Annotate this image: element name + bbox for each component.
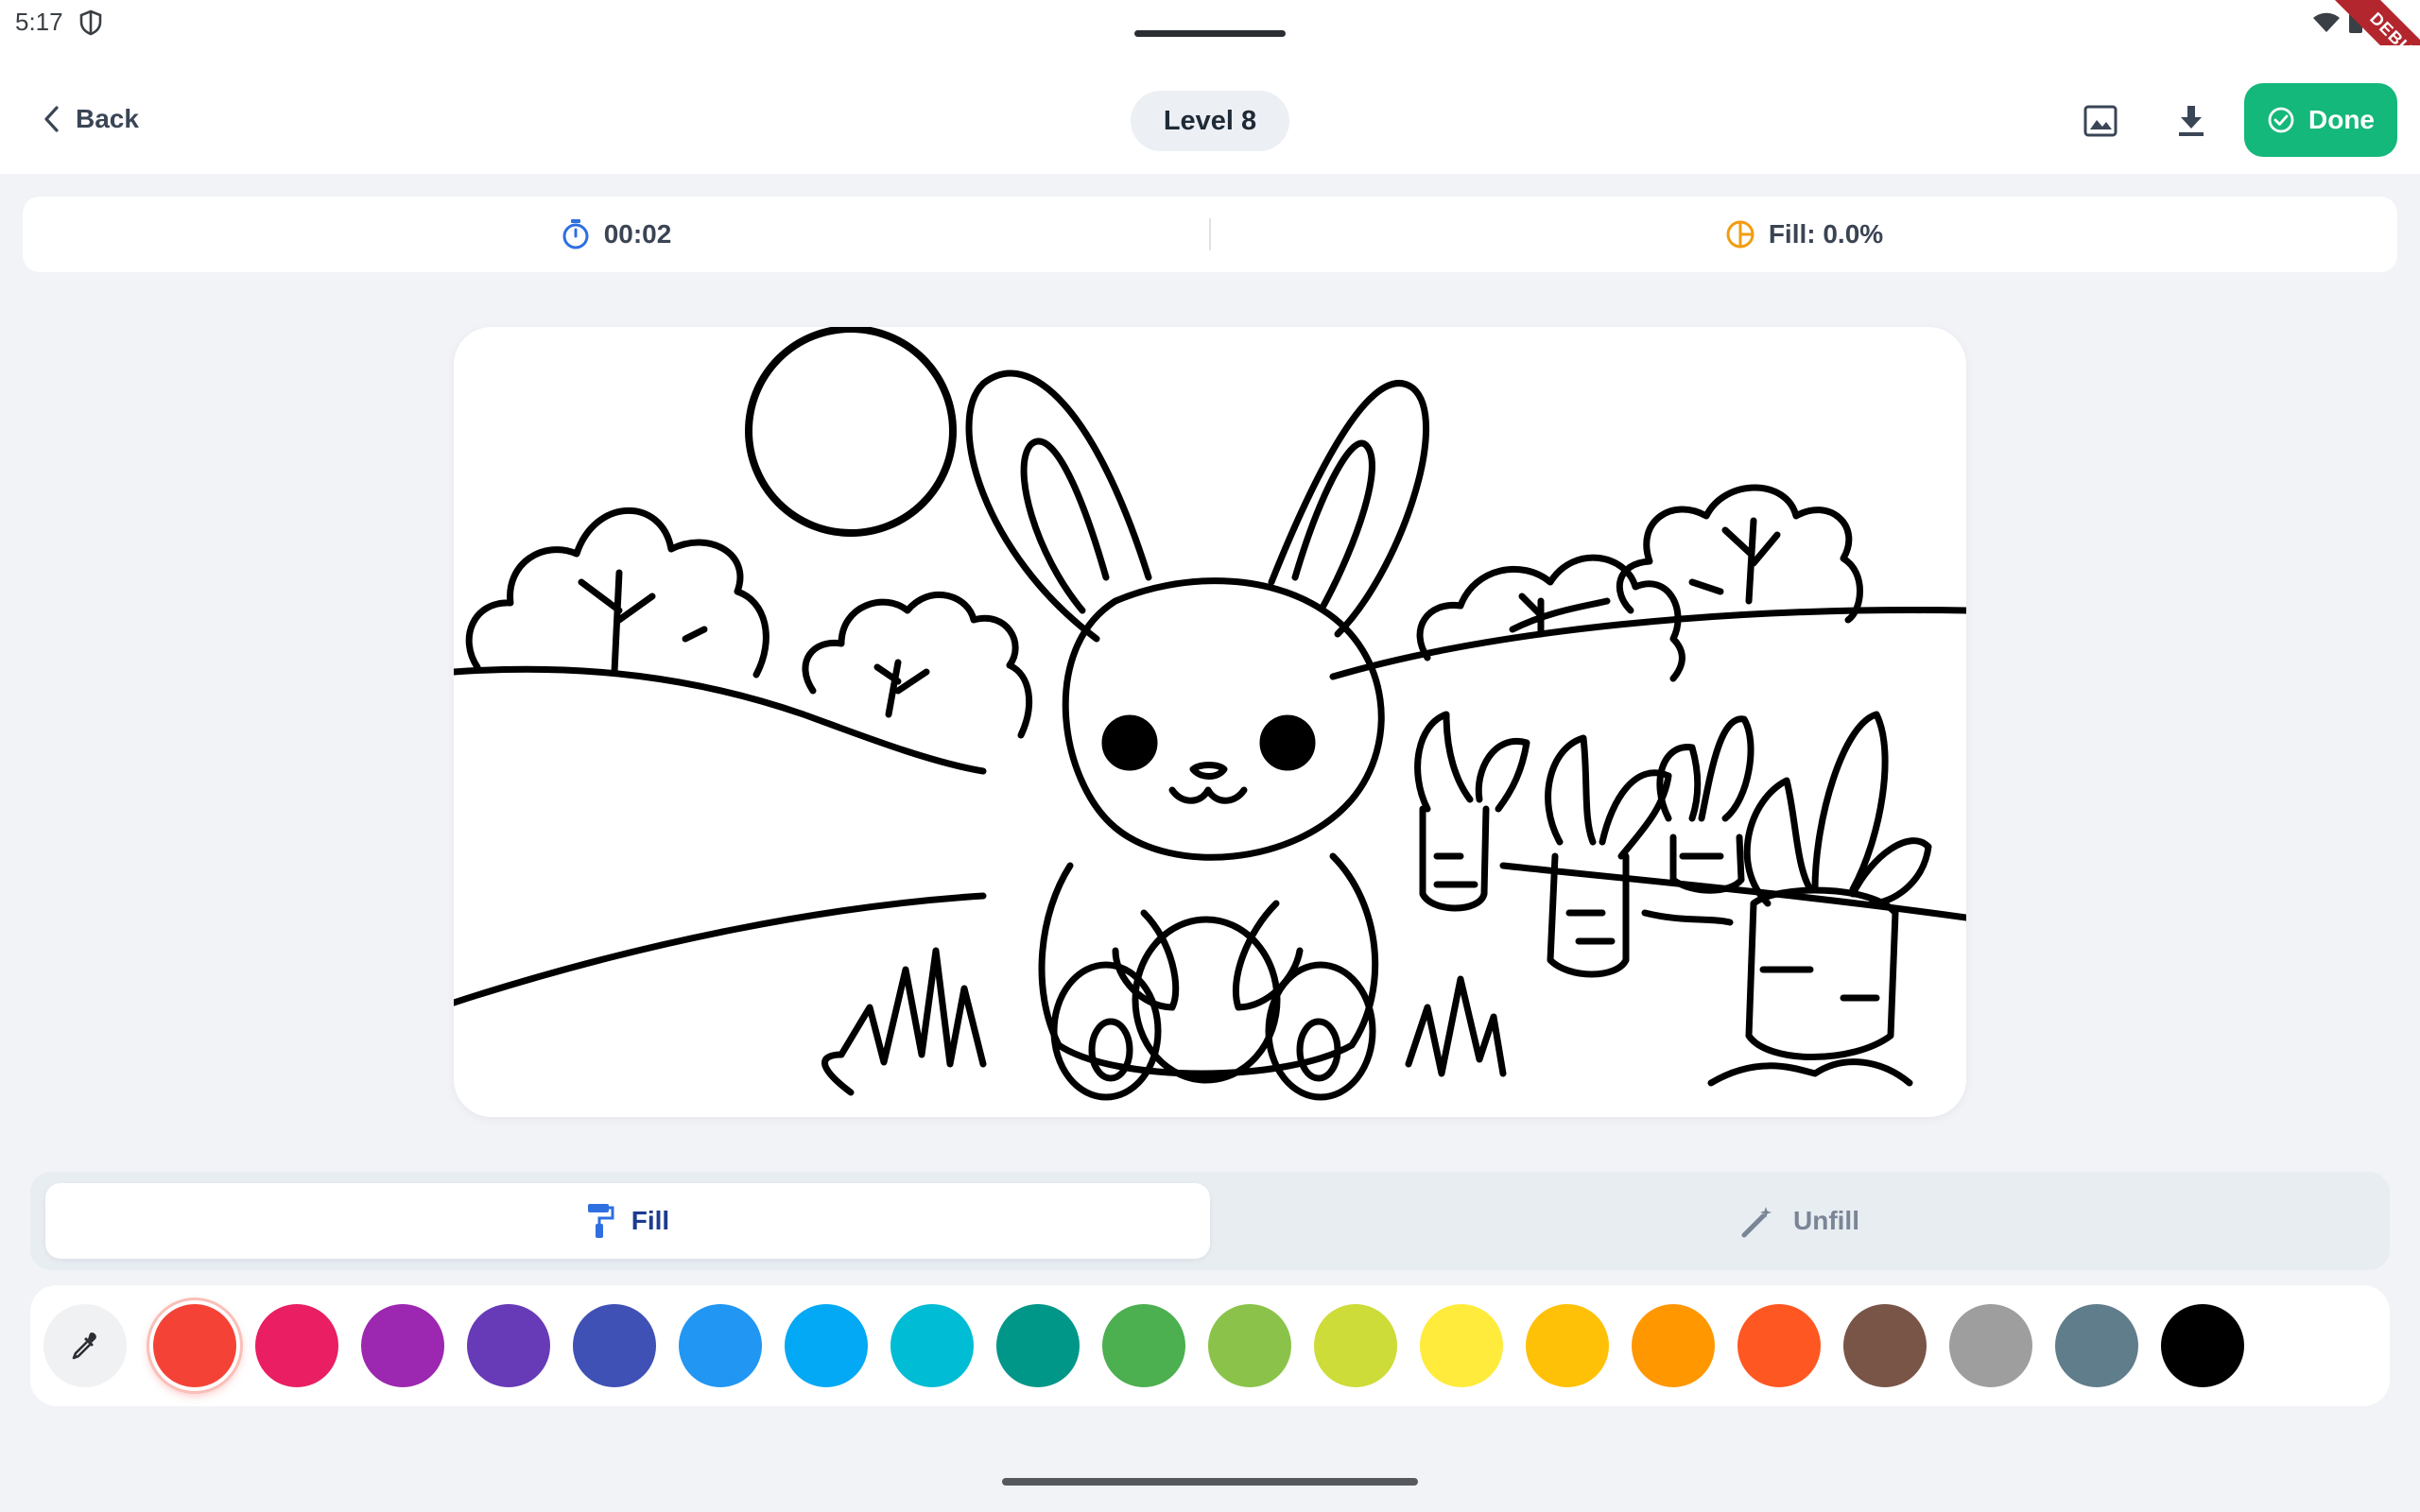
done-button[interactable]: Done	[2244, 83, 2397, 157]
color-swatch[interactable]	[467, 1304, 550, 1387]
fill-mode-button[interactable]: Fill	[45, 1183, 1210, 1259]
timer-value: 00:02	[603, 219, 672, 249]
window-grabber[interactable]	[1134, 30, 1286, 37]
unfill-mode-button[interactable]: Unfill	[1225, 1183, 2375, 1259]
timer-stat: 00:02	[23, 218, 1209, 250]
unfill-mode-label: Unfill	[1793, 1206, 1859, 1235]
image-icon	[2083, 105, 2118, 137]
color-swatch[interactable]	[1843, 1304, 1927, 1387]
back-label: Back	[76, 104, 139, 133]
color-swatch[interactable]	[679, 1304, 762, 1387]
eraser-wand-icon	[1741, 1207, 1772, 1238]
back-button[interactable]: Back	[42, 98, 139, 140]
color-swatch[interactable]	[1632, 1304, 1715, 1387]
color-swatch[interactable]	[1420, 1304, 1503, 1387]
home-indicator[interactable]	[1002, 1478, 1418, 1486]
color-swatch[interactable]	[2055, 1304, 2138, 1387]
mode-toggle: Fill Unfill	[30, 1172, 2390, 1270]
color-palette	[30, 1285, 2390, 1406]
color-swatch[interactable]	[1737, 1304, 1821, 1387]
pie-chart-icon	[1726, 220, 1754, 249]
shield-icon	[79, 9, 102, 36]
color-swatch[interactable]	[890, 1304, 974, 1387]
download-button[interactable]	[2161, 91, 2221, 151]
check-circle-icon	[2268, 107, 2294, 133]
color-swatch[interactable]	[1526, 1304, 1609, 1387]
eyedropper-icon	[72, 1332, 96, 1360]
color-swatch[interactable]	[573, 1304, 656, 1387]
coloring-canvas[interactable]	[454, 327, 1966, 1117]
color-swatch[interactable]	[1314, 1304, 1397, 1387]
wifi-icon	[2313, 12, 2340, 32]
fill-mode-label: Fill	[631, 1206, 670, 1235]
fill-value: Fill: 0.0%	[1768, 219, 1884, 249]
color-swatch[interactable]	[255, 1304, 338, 1387]
chevron-left-icon	[44, 106, 59, 132]
download-icon	[2179, 106, 2204, 136]
bunny-coloring-picture[interactable]	[454, 327, 1966, 1117]
color-swatch[interactable]	[785, 1304, 868, 1387]
color-swatch[interactable]	[361, 1304, 444, 1387]
level-title: Level 8	[1131, 91, 1289, 151]
color-picker-button[interactable]	[43, 1304, 127, 1387]
color-swatch[interactable]	[1102, 1304, 1185, 1387]
status-time: 5:17	[15, 8, 63, 36]
status-bar	[0, 0, 2420, 45]
color-swatch[interactable]	[1208, 1304, 1291, 1387]
paint-roller-icon	[587, 1204, 614, 1238]
color-swatch[interactable]	[1949, 1304, 2032, 1387]
color-swatch[interactable]	[149, 1300, 240, 1391]
color-swatch[interactable]	[996, 1304, 1080, 1387]
stats-bar: 00:02 Fill: 0.0%	[23, 197, 2397, 272]
color-swatch[interactable]	[2161, 1304, 2244, 1387]
stopwatch-icon	[562, 219, 589, 249]
gallery-button[interactable]	[2070, 91, 2131, 151]
fill-stat: Fill: 0.0%	[1211, 219, 2397, 249]
done-label: Done	[2308, 105, 2375, 134]
